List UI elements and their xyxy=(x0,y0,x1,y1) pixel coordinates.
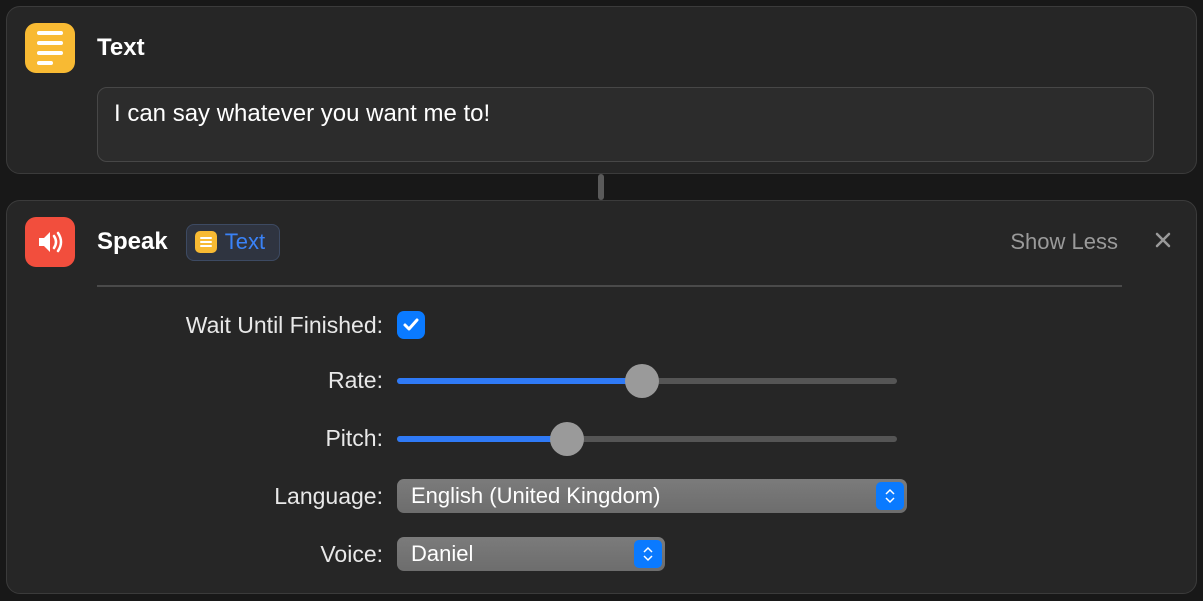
rate-slider[interactable] xyxy=(397,363,897,397)
speak-options: Wait Until Finished: Rate: xyxy=(7,311,1196,595)
stepper-icon xyxy=(876,482,904,510)
text-card-title: Text xyxy=(97,34,145,62)
flow-connector xyxy=(598,174,604,200)
text-token-icon xyxy=(195,231,217,253)
rate-label: Rate: xyxy=(7,367,397,394)
text-input-value: I can say whatever you want me to! xyxy=(114,100,1137,128)
close-icon[interactable] xyxy=(1146,225,1180,259)
input-token-label: Text xyxy=(225,229,265,255)
voice-select[interactable]: Daniel xyxy=(397,537,665,571)
voice-label: Voice: xyxy=(7,541,397,568)
speak-card-header: Speak Text Show Less xyxy=(7,201,1196,267)
text-card-header: Text xyxy=(7,7,1196,73)
pitch-label: Pitch: xyxy=(7,425,397,452)
pitch-row: Pitch: xyxy=(7,421,1196,455)
voice-value: Daniel xyxy=(411,541,473,567)
pitch-slider[interactable] xyxy=(397,421,897,455)
wait-until-finished-checkbox[interactable] xyxy=(397,311,425,339)
show-less-button[interactable]: Show Less xyxy=(1010,229,1118,255)
wait-until-finished-row: Wait Until Finished: xyxy=(7,311,1196,339)
input-token-text[interactable]: Text xyxy=(186,224,280,261)
voice-row: Voice: Daniel xyxy=(7,537,1196,571)
speak-card-title: Speak xyxy=(97,228,168,256)
text-action-card: Text I can say whatever you want me to! xyxy=(6,6,1197,174)
language-select[interactable]: English (United Kingdom) xyxy=(397,479,907,513)
text-icon xyxy=(25,23,75,73)
language-row: Language: English (United Kingdom) xyxy=(7,479,1196,513)
language-value: English (United Kingdom) xyxy=(411,483,660,509)
wait-label: Wait Until Finished: xyxy=(7,312,397,339)
stepper-icon xyxy=(634,540,662,568)
speak-action-card: Speak Text Show Less Wait Until Finished… xyxy=(6,200,1197,594)
text-input[interactable]: I can say whatever you want me to! xyxy=(97,87,1154,162)
language-label: Language: xyxy=(7,483,397,510)
divider xyxy=(97,285,1122,287)
speaker-icon xyxy=(25,217,75,267)
rate-row: Rate: xyxy=(7,363,1196,397)
